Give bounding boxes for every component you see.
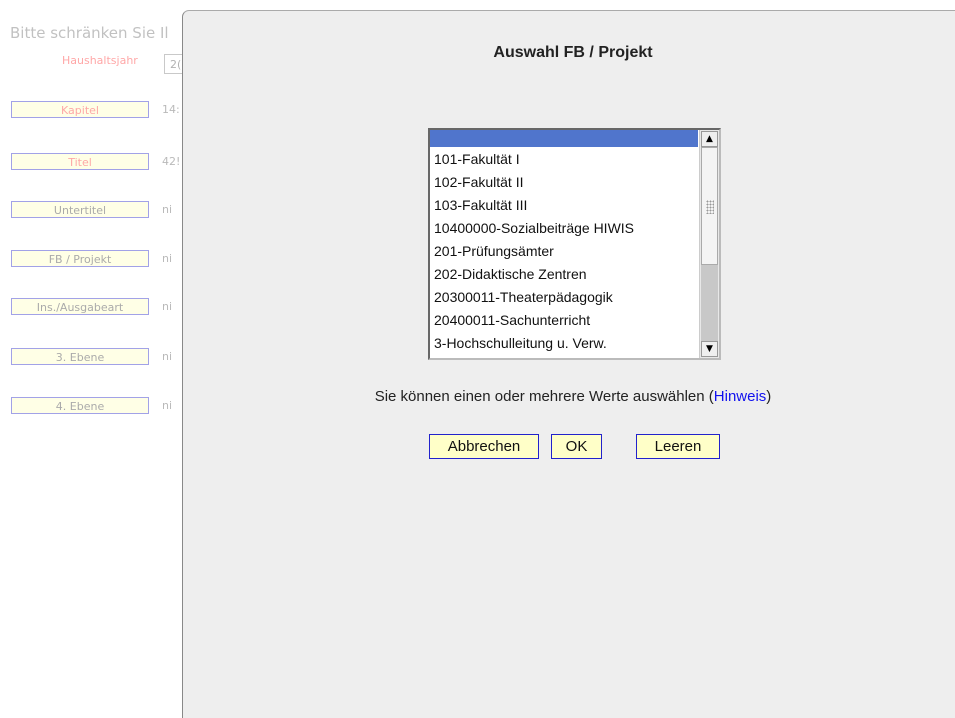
clear-button[interactable]: Leeren — [636, 434, 720, 459]
ebene-4-button[interactable]: 4. Ebene — [11, 397, 149, 414]
ebene-4-value: ni — [162, 399, 173, 412]
fb-projekt-value: ni — [162, 252, 173, 265]
untertitel-value: ni — [162, 203, 173, 216]
ins-ausgabeart-button[interactable]: Ins./Ausgabeart — [11, 298, 149, 315]
kapitel-button[interactable]: Kapitel — [11, 101, 149, 118]
selection-dialog: Auswahl FB / Projekt 101-Fakultät I 102-… — [182, 10, 955, 718]
hint-text: Sie können einen oder mehrere Werte ausw… — [374, 388, 714, 405]
titel-button[interactable]: Titel — [11, 153, 149, 170]
list-item[interactable]: 202-Didaktische Zentren — [430, 262, 698, 285]
arrow-up-icon[interactable]: ▲ — [701, 131, 718, 147]
hint-link[interactable]: Hinweis — [714, 388, 767, 405]
list-item[interactable]: 103-Fakultät III — [430, 193, 698, 216]
ebene-3-value: ni — [162, 350, 173, 363]
cancel-button[interactable]: Abbrechen — [429, 434, 539, 459]
list-item[interactable]: 201-Prüfungsämter — [430, 239, 698, 262]
titel-value: 42! — [162, 155, 181, 168]
fb-projekt-button[interactable]: FB / Projekt — [11, 250, 149, 267]
list-item[interactable]: 10400000-Sozialbeiträge HIWIS — [430, 216, 698, 239]
ok-button[interactable]: OK — [551, 434, 602, 459]
kapitel-value: 14: — [162, 103, 180, 116]
list-item[interactable]: 20400011-Sachunterricht — [430, 308, 698, 331]
list-item[interactable]: 102-Fakultät II — [430, 170, 698, 193]
listbox-scrollbar[interactable]: ▲ ▼ — [699, 130, 719, 358]
ebene-3-button[interactable]: 3. Ebene — [11, 348, 149, 365]
grip-icon — [706, 200, 714, 214]
hint-close: ) — [766, 388, 772, 405]
intro-text: Bitte schränken Sie Il — [10, 24, 169, 42]
untertitel-button[interactable]: Untertitel — [11, 201, 149, 218]
ins-ausgabeart-value: ni — [162, 300, 173, 313]
scrollbar-thumb[interactable] — [701, 147, 718, 265]
dialog-title: Auswahl FB / Projekt — [493, 44, 653, 61]
listbox-items: 101-Fakultät I 102-Fakultät II 103-Fakul… — [430, 130, 698, 358]
fb-projekt-listbox[interactable]: 101-Fakultät I 102-Fakultät II 103-Fakul… — [428, 128, 721, 360]
selection-hint: Sie können einen oder mehrere Werte ausw… — [183, 388, 955, 405]
scrollbar-track[interactable] — [701, 265, 718, 341]
arrow-down-icon[interactable]: ▼ — [701, 341, 718, 357]
list-item[interactable]: 3-Hochschulleitung u. Verw. — [430, 331, 698, 354]
list-item[interactable]: 20300011-Theaterpädagogik — [430, 285, 698, 308]
list-item[interactable]: 101-Fakultät I — [430, 147, 698, 170]
list-item[interactable] — [430, 130, 698, 147]
year-label: Haushaltsjahr — [62, 54, 138, 67]
